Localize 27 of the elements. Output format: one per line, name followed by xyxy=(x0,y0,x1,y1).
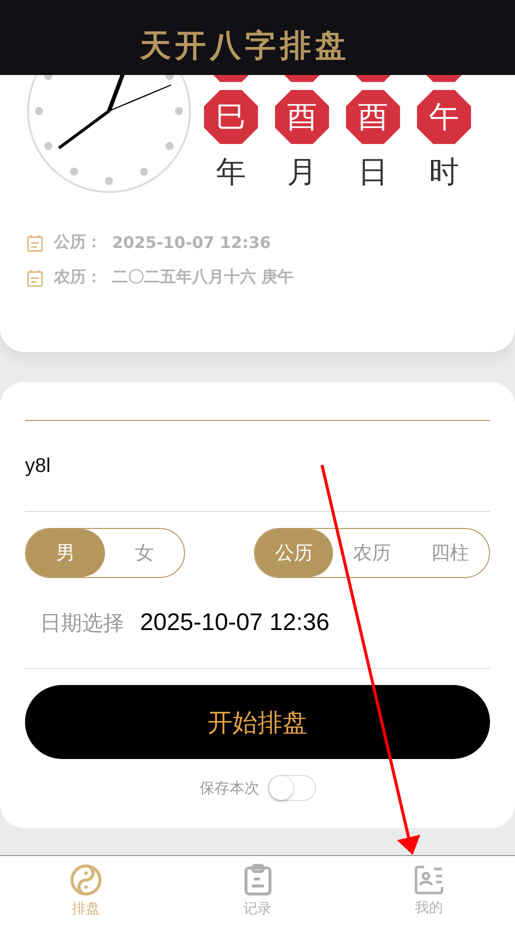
nav-tab[interactable]: 我的 xyxy=(343,856,515,926)
nav-tab[interactable]: 记录 xyxy=(172,856,344,926)
pillar-label: 日 xyxy=(357,154,389,192)
calendar-option[interactable]: 四柱 xyxy=(411,529,489,577)
pillar-label: 月 xyxy=(286,154,318,192)
pillar-label: 时 xyxy=(428,154,460,192)
gender-option[interactable]: 男 xyxy=(26,529,105,577)
app-title: 天开八字排盘 xyxy=(140,27,350,66)
pillar-label: 年 xyxy=(215,154,247,192)
save-switch[interactable] xyxy=(268,775,316,801)
clipboard-icon xyxy=(244,864,272,896)
profile-card-icon xyxy=(414,865,444,895)
date-picker-value[interactable]: 2025-10-07 12:36 xyxy=(140,609,330,637)
calendar-icon xyxy=(26,268,44,286)
nav-tab[interactable]: 排盘 xyxy=(0,856,172,926)
date-value: 2025-10-07 12:36 xyxy=(112,233,271,252)
date-value: 二〇二五年八月十六 庚午 xyxy=(112,267,294,288)
start-button[interactable]: 开始排盘 xyxy=(25,685,490,759)
date-picker-label: 日期选择 xyxy=(40,610,124,637)
calendar-option[interactable]: 公历 xyxy=(255,529,333,577)
calendar-option[interactable]: 农历 xyxy=(333,529,411,577)
date-label: 农历： xyxy=(54,267,102,288)
gender-option[interactable]: 女 xyxy=(105,529,184,577)
yin-yang-icon xyxy=(70,864,102,896)
date-label: 公历： xyxy=(54,232,102,253)
save-label: 保存本次 xyxy=(200,778,260,798)
calendar-icon xyxy=(26,234,44,252)
